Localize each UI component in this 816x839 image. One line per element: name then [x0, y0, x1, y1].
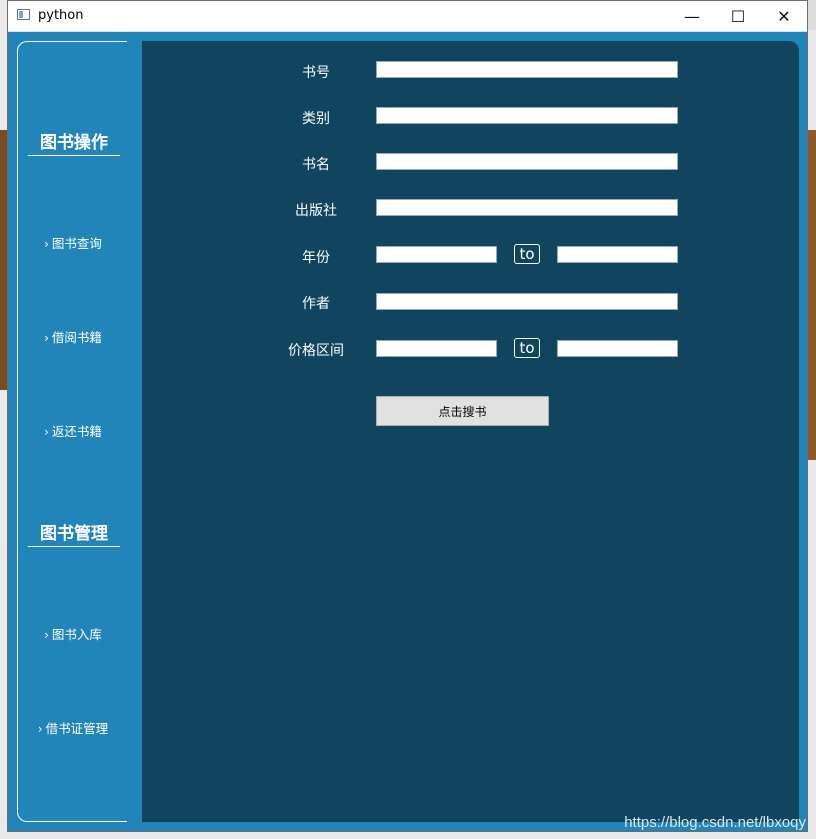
sidebar-item-borrow-books[interactable]: › 借阅书籍	[18, 327, 128, 346]
chevron-right-icon: ›	[44, 425, 49, 439]
chevron-right-icon: ›	[37, 722, 43, 736]
label-title: 书名	[302, 157, 330, 173]
sidebar-item-label: 借书证管理	[45, 721, 109, 736]
app-window: python — ☐ ✕ 图书操作 › 图书查询 › 借阅书籍 › 返还书籍 图书管理…	[7, 0, 808, 832]
label-category: 类别	[302, 111, 330, 127]
book-no-input[interactable]	[376, 61, 678, 78]
sidebar-item-return-books[interactable]: › 返还书籍	[18, 421, 128, 440]
label-price-range: 价格区间	[288, 343, 344, 359]
chevron-right-icon: ›	[44, 628, 49, 642]
author-input[interactable]	[376, 293, 678, 310]
watermark-text: https://blog.csdn.net/lbxoqy	[624, 814, 806, 831]
sidebar-item-label: 借阅书籍	[51, 330, 102, 345]
year-from-input[interactable]	[376, 246, 497, 263]
year-to-input[interactable]	[557, 246, 678, 263]
sidebar-item-card-management[interactable]: › 借书证管理	[18, 718, 128, 737]
title-bar[interactable]: python — ☐ ✕	[8, 1, 807, 32]
search-button[interactable]: 点击搜书	[376, 396, 549, 426]
app-icon	[17, 9, 30, 20]
search-panel: 书号 类别 书名 出版社 年份 to 作者 价格区间 to 点击搜书	[142, 41, 799, 822]
sidebar: 图书操作 › 图书查询 › 借阅书籍 › 返还书籍 图书管理 › 图书入库 › 借书证管理	[17, 41, 127, 822]
label-book-no: 书号	[302, 65, 330, 81]
year-to-label: to	[514, 244, 540, 264]
sidebar-item-label: 返还书籍	[51, 424, 102, 439]
sidebar-item-book-search[interactable]: › 图书查询	[18, 233, 128, 252]
price-to-input[interactable]	[557, 340, 678, 357]
label-year: 年份	[302, 250, 330, 266]
background-strip-right	[808, 130, 816, 460]
background-strip-top-right	[808, 0, 816, 30]
category-input[interactable]	[376, 107, 678, 124]
label-author: 作者	[302, 296, 330, 312]
sidebar-item-label: 图书查询	[51, 236, 102, 251]
label-publisher: 出版社	[295, 203, 337, 219]
minimize-button[interactable]: —	[669, 1, 715, 31]
maximize-button[interactable]: ☐	[715, 1, 761, 31]
window-title: python	[38, 8, 84, 23]
sidebar-item-book-stock-in[interactable]: › 图书入库	[18, 624, 128, 643]
price-to-label: to	[514, 338, 540, 358]
section-title-book-management: 图书管理	[28, 519, 120, 547]
sidebar-item-label: 图书入库	[51, 627, 102, 642]
close-button[interactable]: ✕	[761, 1, 807, 31]
title-input[interactable]	[376, 153, 678, 170]
price-from-input[interactable]	[376, 340, 497, 357]
publisher-input[interactable]	[376, 199, 678, 216]
chevron-right-icon: ›	[44, 331, 49, 345]
section-title-book-operations: 图书操作	[28, 128, 120, 156]
chevron-right-icon: ›	[44, 237, 49, 251]
